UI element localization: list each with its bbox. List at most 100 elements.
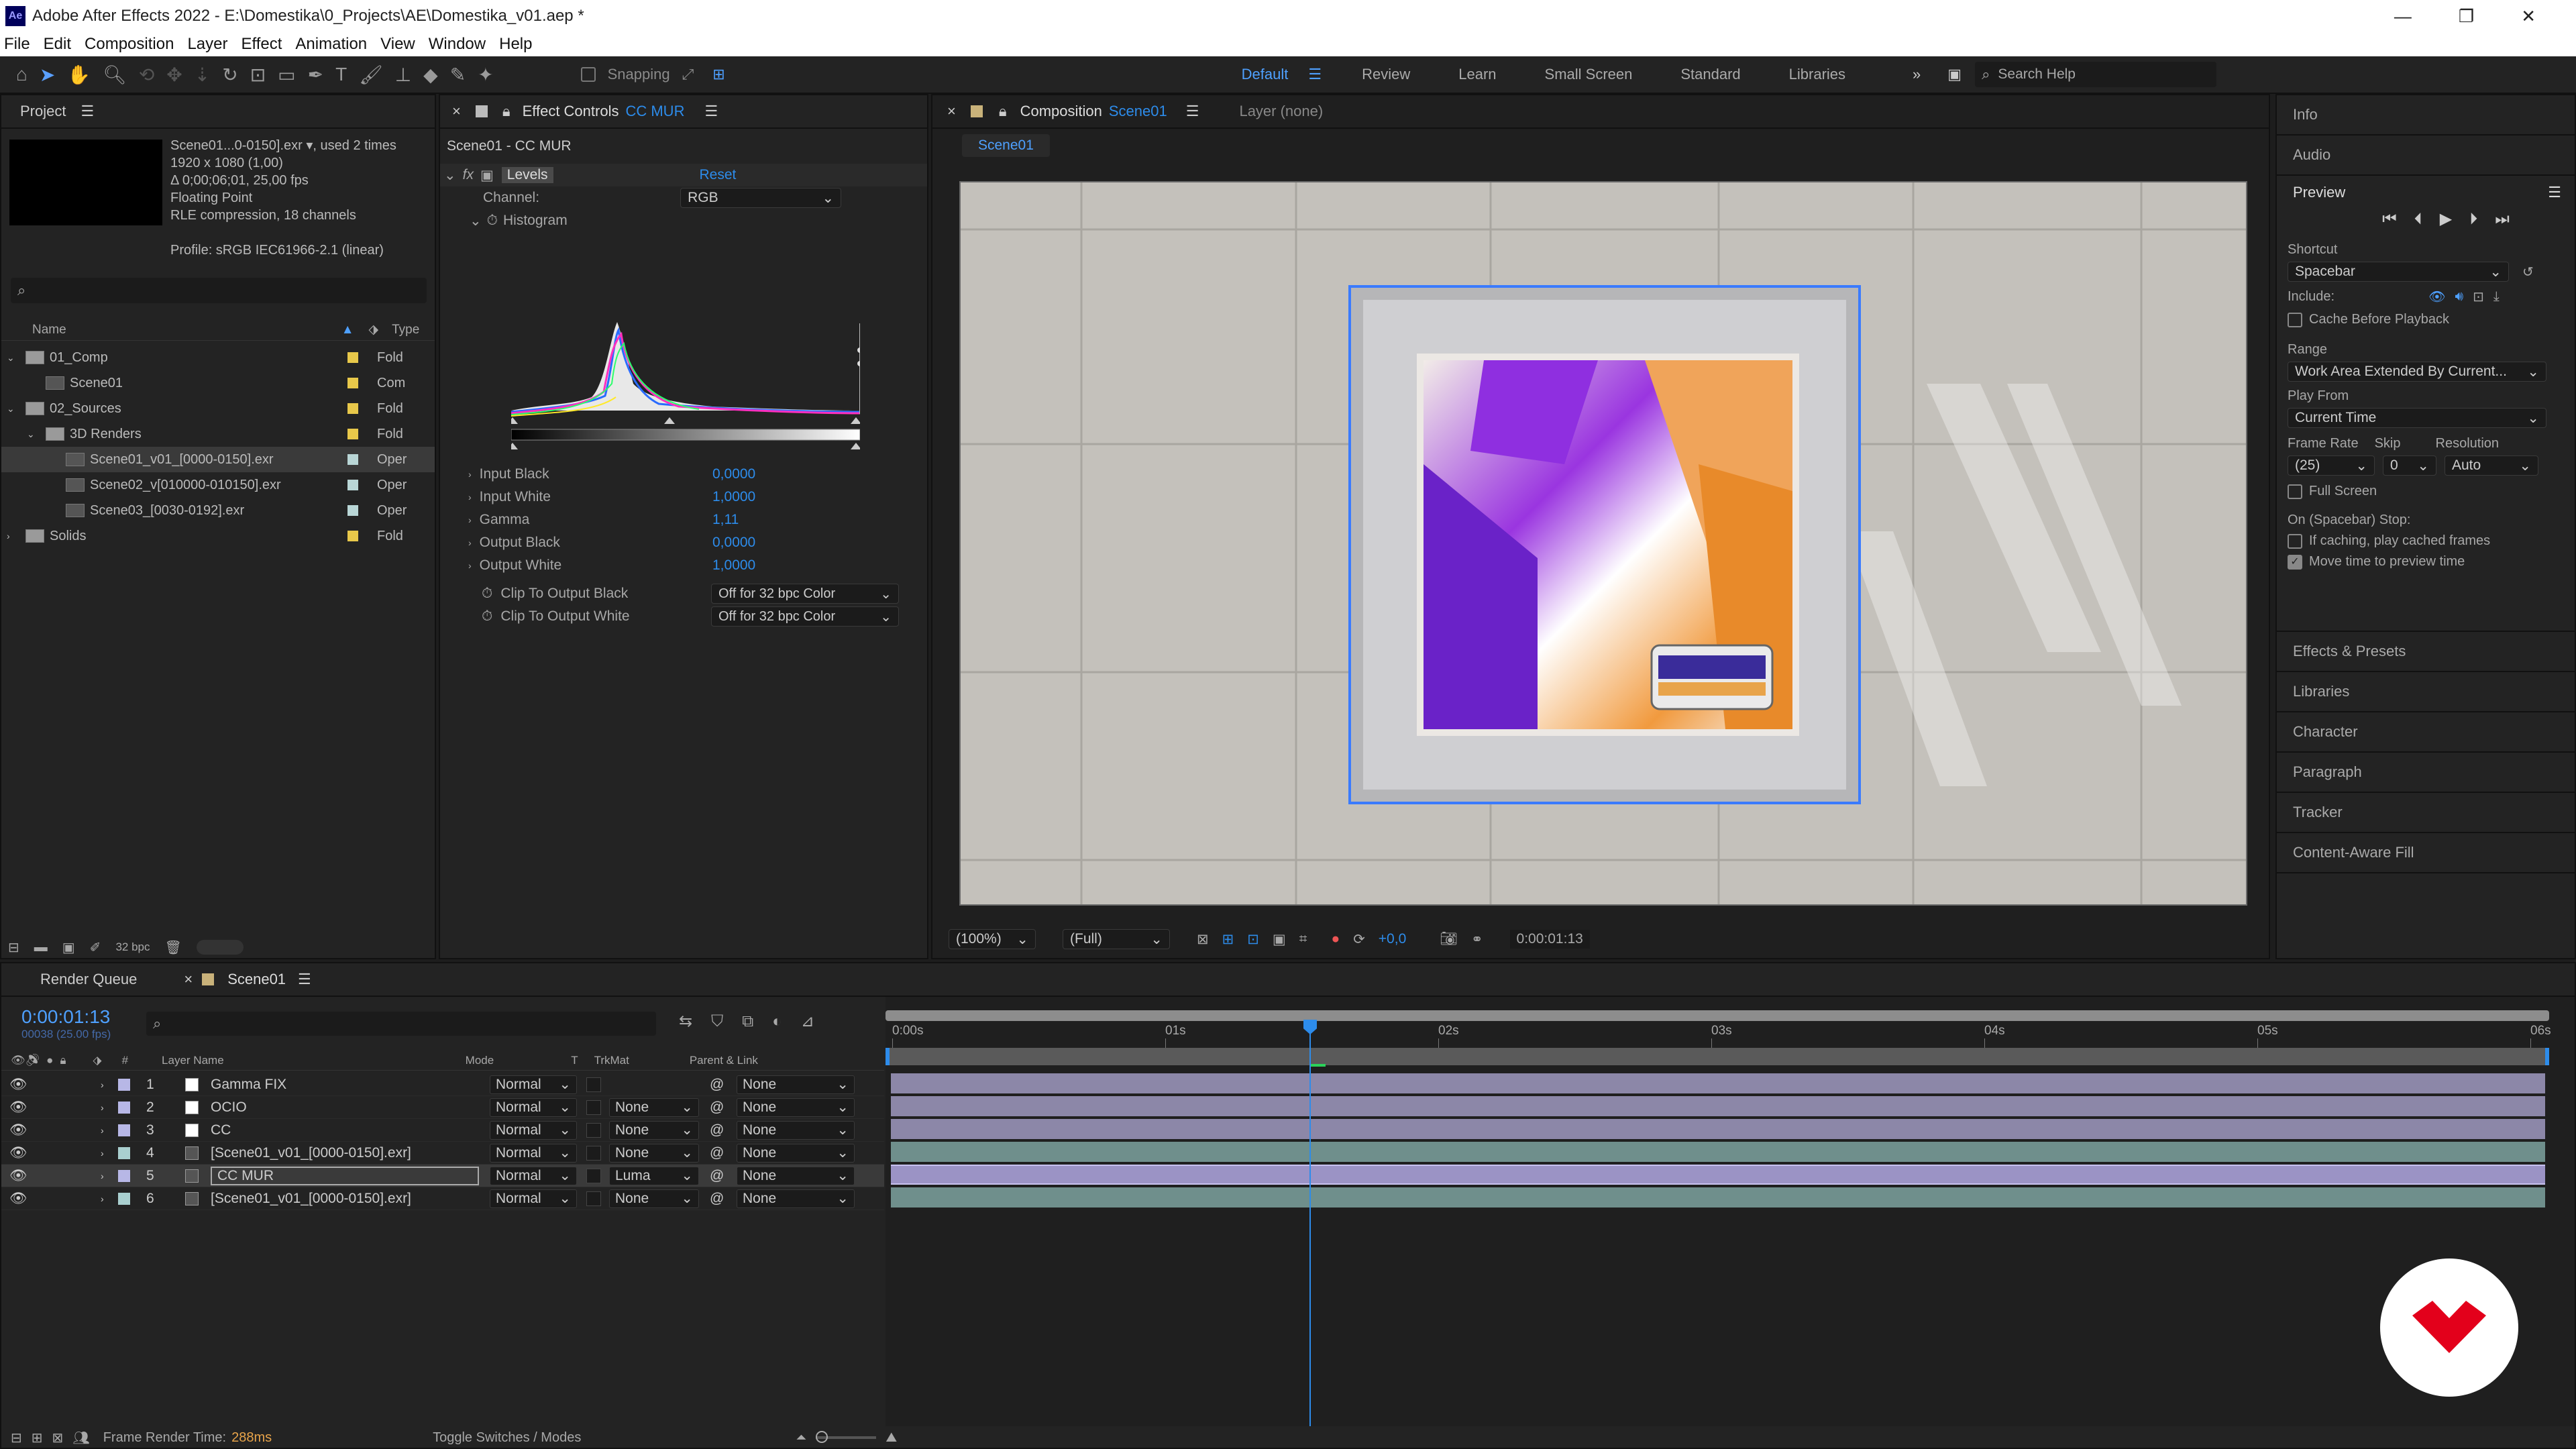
zoom-tool-icon[interactable]: 🔍︎ bbox=[103, 64, 127, 86]
workspace-review[interactable]: Review bbox=[1362, 66, 1410, 83]
col-layer-name[interactable]: Layer Name bbox=[162, 1054, 224, 1067]
panel-menu-icon[interactable]: ☰ bbox=[2548, 184, 2561, 201]
label-swatch[interactable] bbox=[347, 429, 358, 439]
pan-tool-icon[interactable]: ✥ bbox=[166, 64, 182, 86]
right-panel-item[interactable]: Effects & Presets bbox=[2277, 632, 2575, 672]
selected-item-name[interactable]: Scene01...0-0150].exr ▾ bbox=[170, 138, 313, 153]
trkmat-dropdown[interactable]: Luma ⌄ bbox=[609, 1166, 699, 1185]
layer-bar[interactable] bbox=[891, 1073, 2545, 1093]
zoom-dropdown[interactable]: (100%) ⌄ bbox=[949, 929, 1036, 949]
help-search[interactable]: ⌕ Search Help bbox=[1975, 62, 2217, 87]
expand-toggle-icon[interactable]: ⌄ bbox=[7, 403, 23, 415]
range-dropdown[interactable]: Work Area Extended By Current... ⌄ bbox=[2288, 362, 2546, 382]
expand-toggle-icon[interactable]: ⌄ bbox=[7, 352, 23, 364]
menu-view[interactable]: View bbox=[380, 35, 415, 54]
shortcut-dropdown[interactable]: Spacebar ⌄ bbox=[2288, 262, 2509, 282]
workspace-libraries[interactable]: Libraries bbox=[1789, 66, 1845, 83]
motion-blur-icon[interactable]: ◐ bbox=[772, 1012, 782, 1031]
timeline-zoom-slider[interactable] bbox=[816, 1431, 877, 1443]
menu-effect[interactable]: Effect bbox=[241, 35, 282, 54]
right-panel-item[interactable]: Paragraph bbox=[2277, 753, 2575, 793]
trkmat-dropdown[interactable]: None ⌄ bbox=[609, 1097, 699, 1117]
workspace-learn[interactable]: Learn bbox=[1458, 66, 1496, 83]
project-search[interactable]: ⌕ bbox=[11, 278, 427, 303]
parent-dropdown[interactable]: None ⌄ bbox=[737, 1143, 855, 1163]
play-icon[interactable]: ▶ bbox=[2440, 209, 2452, 229]
new-folder-icon[interactable]: ▬ bbox=[34, 940, 48, 955]
pickwhip-icon[interactable]: @ bbox=[710, 1122, 724, 1138]
project-item[interactable]: Scene02_v[010000-010150].exr Oper bbox=[1, 472, 435, 498]
guides-icon[interactable]: ⌗ bbox=[1299, 931, 1307, 947]
composition-name[interactable]: Scene01 bbox=[1109, 103, 1167, 120]
layer-name[interactable]: OCIO bbox=[211, 1099, 247, 1116]
expand-toggle-icon[interactable]: › bbox=[101, 1079, 104, 1090]
info-panel[interactable]: Info bbox=[2277, 95, 2575, 136]
pickwhip-icon[interactable]: @ bbox=[710, 1145, 724, 1161]
thumbnail-slider[interactable] bbox=[196, 940, 244, 955]
workspace-small-screen[interactable]: Small Screen bbox=[1545, 66, 1633, 83]
param-value[interactable]: 1,0000 bbox=[712, 557, 755, 574]
reset-shortcut-icon[interactable]: ↺ bbox=[2522, 264, 2534, 280]
workspace-standard[interactable]: Standard bbox=[1680, 66, 1740, 83]
rectangle-tool-icon[interactable]: ▭ bbox=[278, 64, 295, 86]
layer-row[interactable]: 👁︎ › 1 Gamma FIX Normal ⌄ @ None ⌄ bbox=[1, 1073, 884, 1096]
minimize-icon[interactable]: — bbox=[2394, 6, 2412, 27]
layer-name[interactable]: CC MUR bbox=[211, 1166, 479, 1185]
visibility-icon[interactable]: 👁︎ bbox=[9, 1168, 28, 1184]
expand-toggle-icon[interactable]: › bbox=[468, 537, 472, 548]
param-value[interactable]: 1,11 bbox=[712, 512, 739, 528]
parent-dropdown[interactable]: None ⌄ bbox=[737, 1166, 855, 1185]
menu-edit[interactable]: Edit bbox=[44, 35, 71, 54]
expand-toggle-icon[interactable]: › bbox=[101, 1125, 104, 1136]
clip-white-dropdown[interactable]: Off for 32 bpc Color ⌄ bbox=[711, 606, 899, 627]
render-time-icon[interactable]: 👥︎ bbox=[72, 1430, 89, 1446]
param-value[interactable]: 0,0000 bbox=[712, 535, 755, 551]
frame-rate-dropdown[interactable]: (25) ⌄ bbox=[2288, 455, 2375, 476]
right-panel-item[interactable]: Content-Aware Fill bbox=[2277, 833, 2575, 873]
layer-bar[interactable] bbox=[891, 1096, 2545, 1116]
time-ruler[interactable]: 0:00s 01s 02s 03s 04s 05s 06s bbox=[885, 1021, 2551, 1048]
label-swatch[interactable] bbox=[347, 505, 358, 516]
menu-animation[interactable]: Animation bbox=[295, 35, 367, 54]
panel-menu-icon[interactable]: ☰ bbox=[298, 971, 311, 988]
visibility-icon[interactable]: 👁︎ bbox=[9, 1077, 28, 1093]
menu-window[interactable]: Window bbox=[429, 35, 486, 54]
close-icon[interactable]: ✕ bbox=[2521, 6, 2536, 27]
histogram[interactable] bbox=[507, 317, 863, 451]
project-item[interactable]: Scene01 Com bbox=[1, 370, 435, 396]
layer-row[interactable]: 👁︎ › 4 [Scene01_v01_[0000-0150].exr] Normal ⌄… bbox=[1, 1142, 884, 1165]
lock-icon[interactable] bbox=[475, 105, 488, 117]
workspace-default[interactable]: Default bbox=[1242, 66, 1289, 83]
shy-layers-icon[interactable]: ⧉ bbox=[742, 1012, 753, 1031]
pickwhip-icon[interactable]: @ bbox=[710, 1099, 724, 1116]
project-item[interactable]: › Solids Fold bbox=[1, 523, 435, 549]
reset-link[interactable]: Reset bbox=[700, 167, 737, 183]
collapse-icon[interactable]: ⌄ bbox=[470, 213, 482, 229]
fx-toggle-icon[interactable]: fx bbox=[463, 167, 474, 183]
layer-bar[interactable] bbox=[891, 1165, 2545, 1185]
transfer-controls-icon[interactable]: ⊞ bbox=[32, 1430, 43, 1446]
expand-toggle-icon[interactable]: › bbox=[468, 515, 472, 525]
menu-help[interactable]: Help bbox=[499, 35, 532, 54]
col-name[interactable]: Name bbox=[32, 323, 66, 337]
layer-name[interactable]: Gamma FIX bbox=[211, 1077, 286, 1093]
effect-name[interactable]: Levels bbox=[501, 167, 553, 183]
mode-dropdown[interactable]: Normal ⌄ bbox=[490, 1166, 577, 1185]
fx-lock-icon[interactable]: 🔒︎ bbox=[502, 103, 511, 120]
project-item[interactable]: Scene03_[0030-0192].exr Oper bbox=[1, 498, 435, 523]
panel-menu-icon[interactable]: ☰ bbox=[1186, 103, 1199, 120]
clone-stamp-icon[interactable]: ⊥ bbox=[395, 64, 411, 86]
stopwatch-icon[interactable]: ⏱︎ bbox=[482, 608, 492, 625]
dolly-tool-icon[interactable]: ⇣ bbox=[195, 64, 210, 86]
label-swatch[interactable] bbox=[347, 403, 358, 414]
interpret-icon[interactable]: ⊟ bbox=[8, 939, 19, 956]
expand-toggle-icon[interactable]: › bbox=[101, 1193, 104, 1204]
label-col-icon[interactable]: ⬗ bbox=[369, 322, 379, 337]
layer-bar[interactable] bbox=[891, 1187, 2545, 1208]
timeline-tab[interactable]: Scene01 bbox=[227, 971, 286, 988]
puppet-tool-icon[interactable]: ✦ bbox=[478, 64, 493, 86]
mode-dropdown[interactable]: Normal ⌄ bbox=[490, 1075, 577, 1094]
work-area-bar[interactable] bbox=[885, 1010, 2549, 1021]
current-time[interactable]: 0:00:01:13 bbox=[1509, 930, 1590, 949]
layer-name[interactable]: CC bbox=[211, 1122, 231, 1138]
